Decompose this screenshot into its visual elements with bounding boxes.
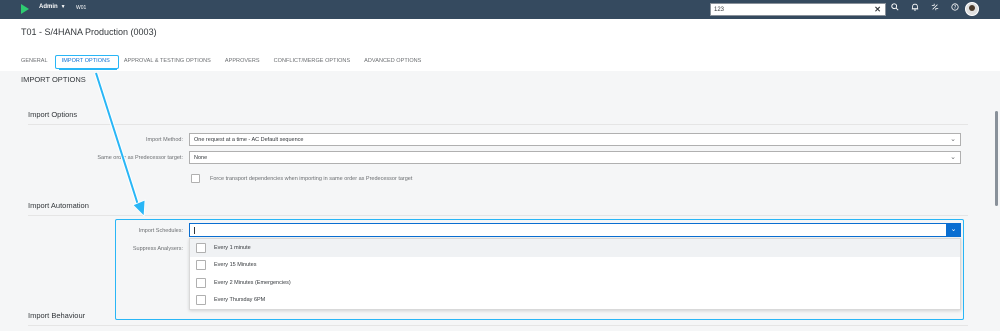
list-item[interactable]: Every 15 Minutes — [190, 257, 960, 275]
import-options-title: Import Options — [28, 110, 78, 119]
avatar[interactable] — [965, 2, 979, 16]
search-value: 123 — [714, 7, 725, 13]
option-label: Every Thursday 6PM — [214, 297, 266, 304]
option-checkbox[interactable] — [196, 277, 206, 288]
tab-approvers[interactable]: APPROVERS — [225, 58, 260, 64]
user-label: Admin — [39, 4, 58, 10]
transport-icon[interactable] — [930, 3, 940, 13]
option-checkbox[interactable] — [196, 260, 206, 271]
close-icon[interactable]: ✕ — [874, 5, 881, 14]
import-behaviour-title: Import Behaviour — [28, 311, 86, 320]
import-method-select[interactable]: One request at a time - AC Default seque… — [189, 133, 961, 146]
object-header: T01 - S/4HANA Production (0003) GENERAL … — [0, 19, 1000, 71]
page-title: T01 - S/4HANA Production (0003) — [21, 27, 157, 37]
tab-highlight-box — [55, 55, 119, 69]
option-checkbox[interactable] — [196, 295, 206, 306]
tab-advanced-options[interactable]: ADVANCED OPTIONS — [364, 58, 421, 64]
divider — [28, 215, 968, 216]
system-label: W01 — [76, 5, 87, 11]
schedule-dropdown-list: Every 1 minute Every 15 Minutes Every 2 … — [189, 238, 961, 310]
tab-general[interactable]: GENERAL — [21, 58, 48, 64]
logo-icon[interactable] — [21, 4, 29, 14]
option-checkbox[interactable] — [196, 242, 206, 253]
search-icon[interactable] — [890, 3, 900, 13]
chevron-down-icon[interactable]: ⌄ — [950, 135, 956, 143]
list-item[interactable]: Every Thursday 6PM — [190, 292, 960, 310]
scrollbar-thumb[interactable] — [995, 111, 998, 206]
option-label: Every 2 Minutes (Emergencies) — [214, 279, 291, 286]
suppress-analysers-label: Suppress Analysers: — [132, 246, 183, 252]
import-automation-title: Import Automation — [28, 201, 89, 210]
chevron-down-icon[interactable]: ⌄ — [946, 223, 961, 237]
scrollbar[interactable] — [993, 71, 1000, 331]
import-method-label: Import Method: — [146, 137, 183, 143]
text-caret — [194, 227, 195, 234]
same-order-label: Same order as Predecessor target: — [97, 155, 183, 161]
shell-bar: Admin ▼ W01 123 ✕ ? — [0, 0, 1000, 19]
active-tab-indicator — [59, 68, 117, 70]
bell-icon[interactable] — [910, 3, 920, 13]
chevron-down-icon[interactable]: ⌄ — [950, 153, 956, 161]
option-label: Every 1 minute — [214, 244, 251, 251]
tab-conflict-merge-options[interactable]: CONFLICT/MERGE OPTIONS — [274, 58, 351, 64]
import-schedules-label: Import Schedules: — [138, 228, 183, 234]
list-item[interactable]: Every 1 minute — [190, 239, 960, 257]
force-dependencies-checkbox[interactable] — [191, 174, 200, 183]
import-schedules-input[interactable]: ⌄ — [189, 223, 961, 237]
tab-approval-testing-options[interactable]: APPROVAL & TESTING OPTIONS — [124, 58, 211, 64]
user-menu[interactable]: Admin ▼ — [39, 4, 66, 10]
chevron-down-icon: ▼ — [60, 4, 66, 10]
search-input[interactable]: 123 ✕ — [710, 3, 886, 16]
list-item[interactable]: Every 2 Minutes (Emergencies) — [190, 274, 960, 292]
divider — [28, 325, 968, 326]
same-order-value: None — [194, 155, 208, 161]
same-order-select[interactable]: None ⌄ — [189, 151, 961, 164]
section-title: IMPORT OPTIONS — [21, 75, 86, 84]
force-dependencies-label: Force transport dependencies when import… — [210, 176, 413, 182]
help-icon[interactable]: ? — [950, 3, 960, 13]
divider — [28, 124, 968, 125]
import-method-value: One request at a time - AC Default seque… — [194, 137, 304, 143]
option-label: Every 15 Minutes — [214, 262, 257, 269]
